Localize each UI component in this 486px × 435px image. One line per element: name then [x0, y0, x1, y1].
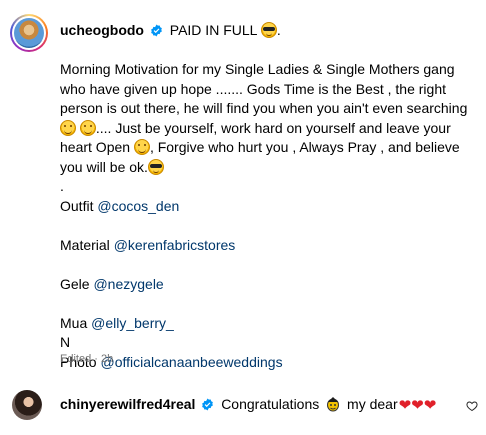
red-hearts-emoji-icon: ❤❤❤ — [398, 397, 437, 414]
credit-outfit: Outfit @cocos_den — [60, 197, 180, 214]
comment-item: chinyerewilfred4real Congratulations my … — [0, 384, 486, 424]
comment-text: my dear — [347, 396, 398, 412]
smiling-emoji-icon — [79, 119, 96, 136]
sunglasses-emoji-icon — [260, 22, 277, 38]
caption-header: ucheogbodo PAID IN FULL . — [60, 22, 281, 38]
mention-link[interactable]: @kerenfabricstores — [114, 237, 236, 253]
mention-link[interactable]: @officialcanaanbeeweddings — [100, 354, 282, 370]
commenter-avatar[interactable] — [12, 390, 42, 420]
mention-link[interactable]: @cocos_den — [97, 198, 179, 214]
mention-link[interactable]: @nezygele — [93, 276, 163, 292]
verified-badge-icon — [151, 24, 162, 37]
celebration-emoji-icon — [327, 397, 340, 412]
post-author-username[interactable]: ucheogbodo — [60, 22, 144, 38]
mention-link[interactable]: @elly_berry_ — [91, 315, 174, 331]
smiling-emoji-icon — [133, 139, 150, 155]
sunglasses-emoji-icon — [147, 158, 164, 175]
caption-n-line: N — [60, 334, 71, 350]
caption-headline: PAID IN FULL — [169, 22, 257, 38]
heart-outline-icon[interactable] — [466, 400, 478, 412]
post-author-avatar[interactable] — [10, 14, 48, 52]
instagram-post-view: ucheogbodo PAID IN FULL . Morning Motiva… — [0, 0, 486, 435]
post-caption: Morning Motivation for my Single Ladies … — [60, 60, 470, 372]
credit-gele: Gele @nezygele — [60, 275, 164, 292]
caption-paragraph: Morning Motivation for my Single Ladies … — [60, 61, 468, 175]
credit-photo: Photo @officialcanaanbeeweddings — [60, 353, 283, 370]
credit-mua: Mua @elly_berry_ — [60, 314, 174, 331]
credit-material: Material @kerenfabricstores — [60, 236, 236, 253]
commenter-username[interactable]: chinyerewilfred4real — [60, 396, 195, 412]
smiling-emoji-icon — [60, 119, 76, 136]
avatar-image — [14, 18, 44, 48]
verified-badge-icon — [202, 398, 214, 411]
post-edited-timestamp: Edited · 2h — [60, 353, 114, 365]
comment-text: Congratulations — [221, 396, 320, 412]
comment-text-line: chinyerewilfred4real Congratulations my … — [60, 394, 436, 414]
caption-dot: . — [60, 178, 64, 194]
